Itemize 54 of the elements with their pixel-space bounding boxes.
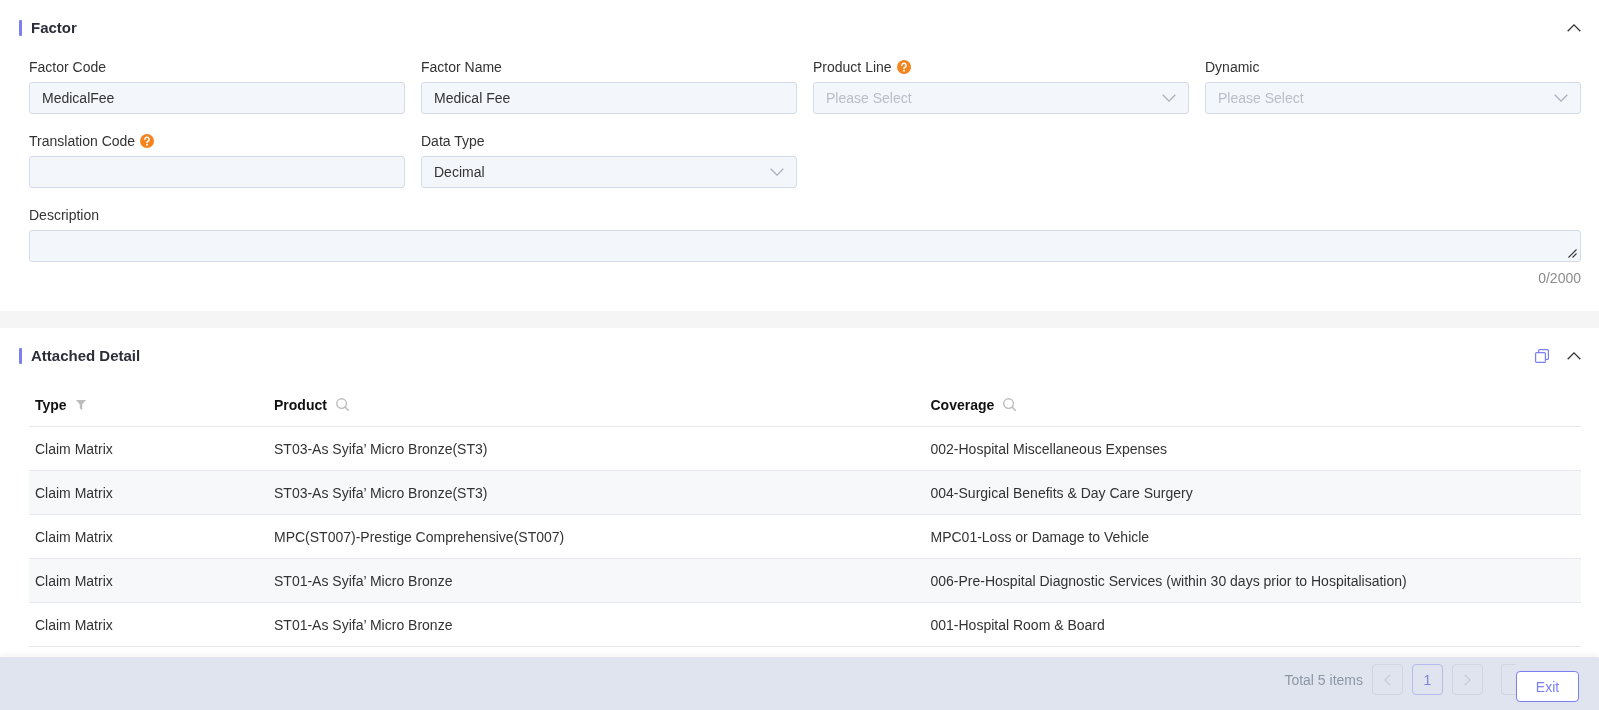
exit-button[interactable]: Exit: [1516, 671, 1579, 702]
char-counter: 0/2000: [1537, 269, 1581, 288]
help-icon[interactable]: [896, 60, 911, 74]
text-input[interactable]: Medical Fee: [421, 82, 797, 114]
table-cell: 001-Hospital Room & Board: [924, 602, 1581, 647]
resize-grip-icon[interactable]: [1568, 249, 1577, 258]
table-cell: Claim Matrix: [29, 470, 268, 515]
accent-bar-icon: [19, 348, 22, 364]
column-header: Product: [274, 396, 327, 413]
select-field[interactable]: Please Select: [813, 82, 1189, 114]
chevron-down-icon: [770, 168, 784, 176]
field-label: Description: [29, 206, 100, 225]
total-count: Total 5 items: [1284, 671, 1363, 688]
page-button[interactable]: 1: [1412, 664, 1443, 695]
table-cell: 004-Surgical Benefits & Day Care Surgery: [924, 470, 1581, 515]
help-icon[interactable]: [140, 134, 155, 148]
section-title: Factor: [31, 18, 77, 38]
field-label: Product Line: [813, 58, 892, 77]
table-cell: Claim Matrix: [29, 602, 268, 647]
select-field[interactable]: Decimal: [421, 156, 797, 188]
text-input[interactable]: [29, 156, 405, 188]
table-cell: 002-Hospital Miscellaneous Expenses: [924, 426, 1581, 471]
table-cell: Claim Matrix: [29, 558, 268, 603]
filter-icon[interactable]: [75, 399, 86, 410]
field-label: Translation Code: [29, 132, 136, 151]
table-cell: ST03-As Syifa’ Micro Bronze(ST3): [268, 426, 925, 471]
table-cell: ST03-As Syifa’ Micro Bronze(ST3): [268, 470, 925, 515]
table-cell: MPC01-Loss or Damage to Vehicle: [924, 514, 1581, 559]
section-title: Attached Detail: [31, 346, 141, 366]
textarea-field[interactable]: [29, 230, 1581, 262]
chevron-down-icon: [1162, 94, 1176, 102]
chevron-left-icon: [1384, 673, 1391, 686]
chevron-up-icon[interactable]: [1567, 352, 1581, 360]
table-cell: Claim Matrix: [29, 426, 268, 471]
field-label: Data Type: [421, 132, 485, 151]
copy-icon[interactable]: [1535, 349, 1549, 363]
select-field[interactable]: Please Select: [1205, 82, 1581, 114]
text-input[interactable]: MedicalFee: [29, 82, 405, 114]
table-cell: Claim Matrix: [29, 514, 268, 559]
table-cell: ST01-As Syifa’ Micro Bronze: [268, 558, 925, 603]
chevron-down-icon: [1554, 94, 1568, 102]
column-header: Type: [35, 396, 67, 413]
table-cell: 006-Pre-Hospital Diagnostic Services (within 30 days prior to Hospitalisation): [924, 558, 1581, 603]
field-label: Dynamic: [1205, 58, 1260, 77]
chevron-right-icon: [1464, 673, 1471, 686]
chevron-up-icon[interactable]: [1567, 24, 1581, 32]
accent-bar-icon: [19, 20, 22, 36]
field-label: Factor Code: [29, 58, 107, 77]
field-label: Factor Name: [421, 58, 502, 77]
column-header: Coverage: [930, 396, 995, 413]
table-cell: ST01-As Syifa’ Micro Bronze: [268, 602, 925, 647]
search-icon[interactable]: [1003, 398, 1017, 411]
search-icon[interactable]: [335, 398, 349, 411]
table-cell: MPC(ST007)-Prestige Comprehensive(ST007): [268, 514, 925, 559]
